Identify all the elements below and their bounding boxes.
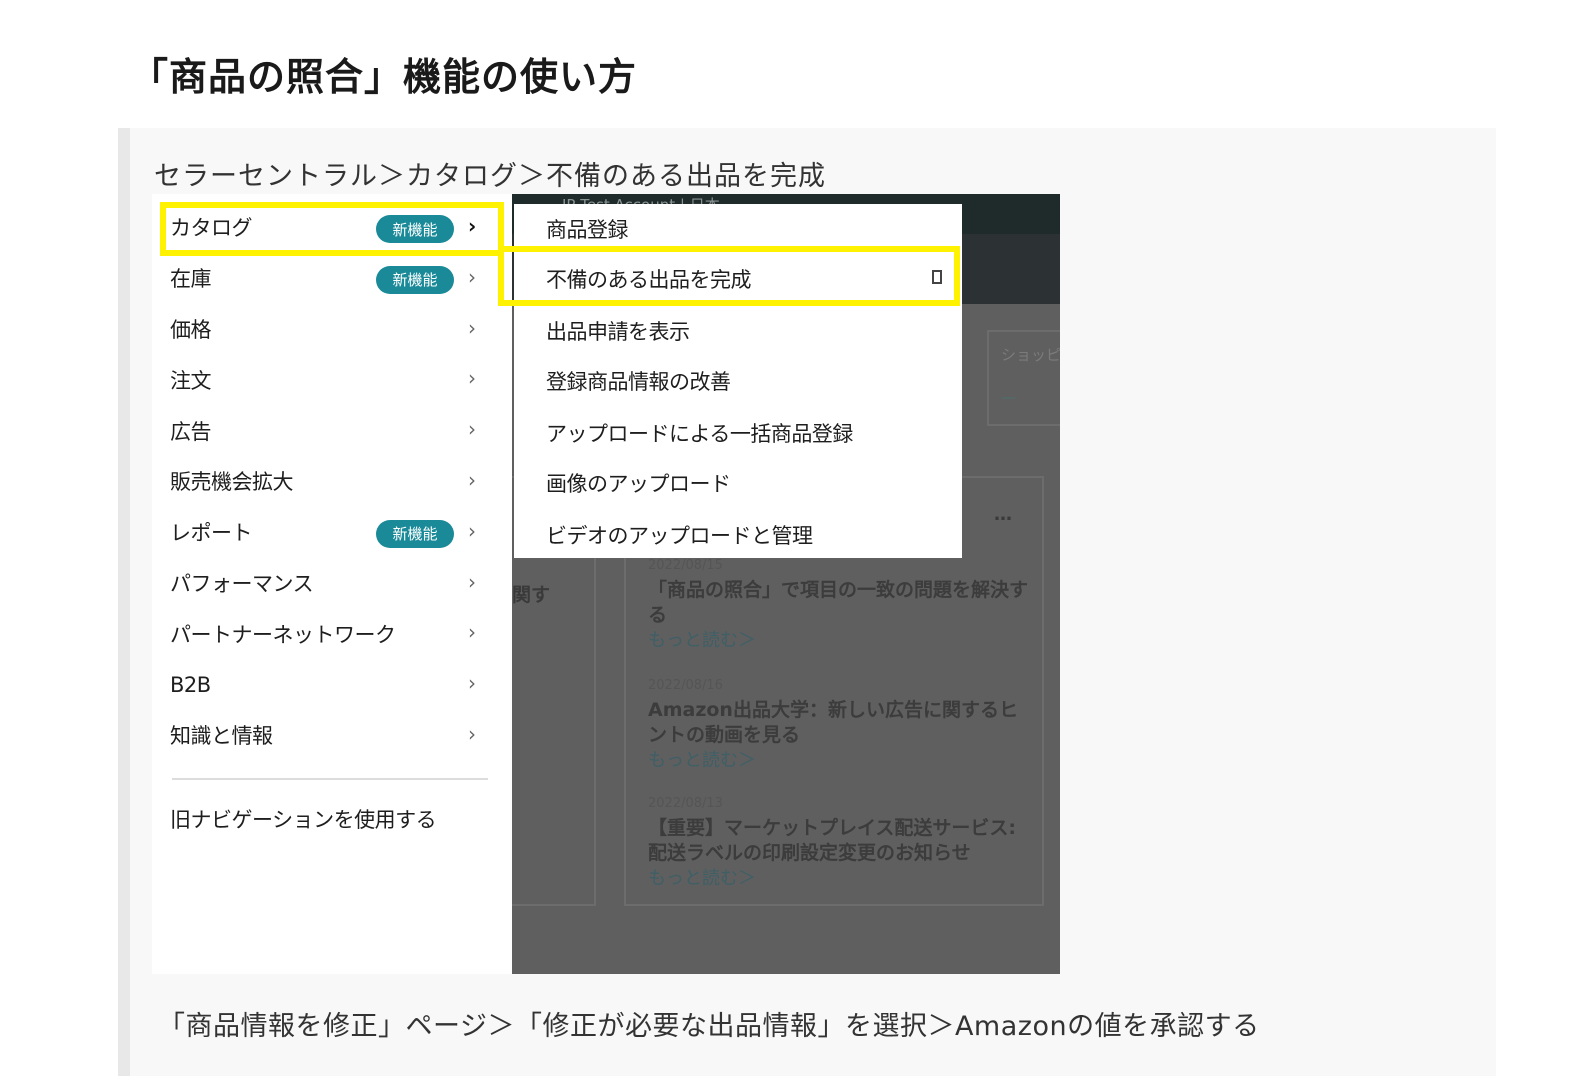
- menu-item-label: 注文: [170, 368, 212, 393]
- menu-item-pricing[interactable]: 価格 ›: [152, 304, 512, 355]
- chevron-right-icon: ›: [468, 417, 476, 442]
- chevron-right-icon: ›: [468, 518, 476, 543]
- breadcrumb: セラーセントラル＞カタログ＞不備のある出品を完成: [154, 161, 826, 192]
- menu-item-b2b[interactable]: B2B ›: [152, 659, 512, 710]
- submenu-item-improve-listing-quality[interactable]: 登録商品情報の改善: [546, 366, 731, 396]
- menu-item-label: 広告: [170, 419, 212, 444]
- news-item: 2022/08/13 【重要】マーケットプレイス配送サービス: 配送ラベルの印刷…: [648, 796, 1028, 892]
- instruction-text: 「商品情報を修正」ページ＞「修正が必要な出品情報」を選択＞Amazonの値を承認…: [158, 1011, 1260, 1042]
- chevron-right-icon: ›: [468, 315, 476, 340]
- menu-item-growth[interactable]: 販売機会拡大 ›: [152, 456, 512, 507]
- page-title: 「商品の照合」機能の使い方: [130, 55, 638, 99]
- news-headline[interactable]: 【重要】マーケットプレイス配送サービス: 配送ラベルの印刷設定変更のお知らせ: [648, 816, 1028, 866]
- more-options-icon[interactable]: …: [994, 504, 1012, 525]
- news-item: 2022/08/15 「商品の照合」で項目の一致の問題を解決する もっと読む＞: [648, 558, 1028, 654]
- chevron-right-icon: ›: [468, 467, 476, 492]
- read-more-link[interactable]: もっと読む＞: [648, 866, 1028, 892]
- menu-divider: [172, 778, 488, 780]
- menu-item-label: パフォーマンス: [170, 571, 314, 596]
- menu-item-label: 販売機会拡大: [170, 470, 294, 495]
- menu-item-reports[interactable]: レポート 新機能 ›: [152, 507, 512, 558]
- seller-central-screenshot: JP Test Account | 日本 ショッピ — 関す … 2022/08…: [152, 194, 1060, 974]
- news-date: 2022/08/15: [648, 558, 723, 573]
- menu-item-inventory[interactable]: 在庫 新機能 ›: [152, 253, 512, 304]
- menu-item-partner-network[interactable]: パートナーネットワーク ›: [152, 608, 512, 659]
- menu-item-label: レポート: [170, 521, 253, 546]
- news-date: 2022/08/16: [648, 678, 723, 693]
- highlight-catalog: [160, 202, 504, 256]
- submenu-item-manage-videos[interactable]: ビデオのアップロードと管理: [546, 520, 813, 550]
- legacy-navigation-link[interactable]: 旧ナビゲーションを使用する: [170, 804, 437, 834]
- menu-item-learn[interactable]: 知識と情報 ›: [152, 710, 512, 761]
- chevron-right-icon: ›: [468, 671, 476, 696]
- menu-item-label: 価格: [170, 317, 212, 342]
- menu-item-label: B2B: [170, 672, 211, 697]
- menu-item-label: パートナーネットワーク: [170, 622, 396, 647]
- chevron-right-icon: ›: [468, 721, 476, 746]
- background-fragment-text: 関す: [512, 584, 551, 606]
- news-date: 2022/08/13: [648, 796, 723, 811]
- chevron-right-icon: ›: [468, 620, 476, 645]
- background-card-dash: —: [1001, 388, 1016, 406]
- news-headline[interactable]: Amazon出品大学：新しい広告に関するヒントの動画を見る: [648, 698, 1028, 748]
- read-more-link[interactable]: もっと読む＞: [648, 748, 1028, 774]
- news-item: 2022/08/16 Amazon出品大学：新しい広告に関するヒントの動画を見る…: [648, 678, 1028, 774]
- chevron-right-icon: ›: [468, 366, 476, 391]
- menu-item-performance[interactable]: パフォーマンス ›: [152, 558, 512, 609]
- chevron-right-icon: ›: [468, 569, 476, 594]
- menu-item-advertising[interactable]: 広告 ›: [152, 405, 512, 456]
- submenu-item-upload-images[interactable]: 画像のアップロード: [546, 468, 731, 498]
- chevron-right-icon: ›: [468, 264, 476, 289]
- new-feature-badge: 新機能: [376, 265, 454, 294]
- menu-item-label: 在庫: [170, 267, 212, 292]
- submenu-item-bulk-upload[interactable]: アップロードによる一括商品登録: [546, 418, 853, 448]
- background-card: ショッピ —: [987, 330, 1060, 426]
- highlight-complete-drafts: [498, 246, 960, 306]
- main-navigation-menu: カタログ 新機能 › 在庫 新機能 › 価格 › 注文 › 広告 › 販売機会拡…: [152, 202, 512, 761]
- submenu-item-add-products[interactable]: 商品登録: [546, 214, 629, 244]
- news-headline[interactable]: 「商品の照合」で項目の一致の問題を解決する: [648, 578, 1028, 628]
- menu-item-orders[interactable]: 注文 ›: [152, 354, 512, 405]
- new-feature-badge: 新機能: [376, 519, 454, 548]
- submenu-item-view-selling-applications[interactable]: 出品申請を表示: [546, 316, 690, 346]
- background-card-label: ショッピ: [1001, 346, 1060, 364]
- menu-item-label: 知識と情報: [170, 724, 273, 749]
- read-more-link[interactable]: もっと読む＞: [648, 628, 1028, 654]
